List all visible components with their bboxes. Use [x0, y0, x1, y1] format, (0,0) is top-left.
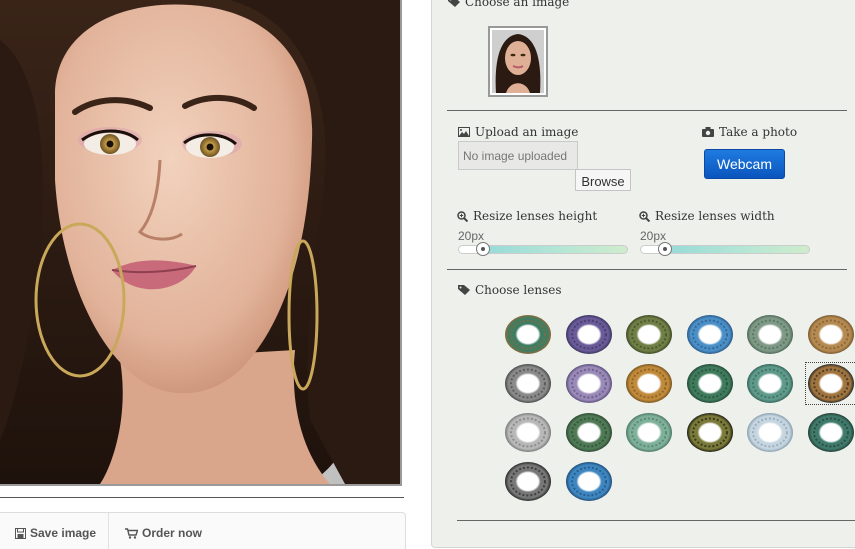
lens-center [639, 374, 659, 393]
order-now-button[interactable]: Order now [125, 523, 202, 543]
lens-swatch [807, 413, 854, 452]
lens-option[interactable] [685, 363, 735, 404]
portrait-thumbnail-image [492, 30, 544, 93]
lens-option[interactable] [624, 363, 674, 404]
divider [0, 497, 404, 498]
lens-option[interactable] [564, 314, 614, 355]
lens-swatch [747, 364, 793, 403]
lens-center [578, 325, 599, 344]
lens-swatch [565, 413, 612, 452]
lens-swatch [505, 413, 551, 452]
divider [108, 513, 109, 549]
lens-center [820, 325, 841, 344]
lens-swatch [626, 413, 672, 452]
lens-swatch [565, 315, 612, 354]
lens-option[interactable] [503, 363, 553, 404]
portrait-photo [0, 0, 400, 484]
floppy-disk-icon [15, 527, 26, 539]
lens-option[interactable] [804, 362, 855, 405]
lens-option[interactable] [806, 412, 855, 453]
tag-icon [448, 0, 460, 7]
upload-file-field[interactable]: No image uploaded [458, 141, 578, 170]
order-now-label: Order now [142, 526, 203, 540]
save-image-button[interactable]: Save image [15, 523, 96, 543]
lens-swatch [505, 462, 551, 501]
height-value: 20px [458, 229, 485, 243]
lens-option[interactable] [564, 461, 614, 502]
lens-option[interactable] [564, 412, 614, 453]
take-photo-heading: Take a photo [702, 125, 797, 139]
divider [447, 269, 847, 270]
lens-center [518, 374, 538, 393]
lens-swatch [505, 364, 551, 403]
lens-center [820, 374, 841, 393]
lens-center [518, 423, 538, 442]
lens-option[interactable] [745, 363, 795, 404]
lens-center [578, 472, 599, 491]
lens-option[interactable] [564, 363, 614, 404]
lens-center [639, 325, 659, 344]
lens-swatch [626, 364, 672, 403]
lens-center [699, 423, 720, 442]
lens-option[interactable] [745, 412, 795, 453]
lens-swatch [747, 413, 793, 452]
photo-canvas[interactable] [0, 0, 402, 486]
lens-option[interactable] [624, 314, 674, 355]
divider [447, 110, 847, 111]
lens-swatch [505, 315, 551, 354]
lens-center [699, 325, 720, 344]
lens-swatch [747, 315, 793, 354]
lens-swatch [565, 462, 612, 501]
lens-swatch [686, 315, 733, 354]
lens-center [518, 472, 538, 491]
lens-center [578, 423, 599, 442]
lens-swatch [565, 364, 612, 403]
lens-center [518, 325, 538, 344]
choose-lenses-heading: Choose lenses [458, 283, 562, 297]
webcam-button[interactable]: Webcam [704, 149, 785, 179]
lens-center [820, 423, 841, 442]
lens-swatch [686, 413, 733, 452]
camera-icon [702, 127, 714, 137]
image-thumbnail[interactable] [488, 26, 548, 97]
lens-option[interactable] [685, 412, 735, 453]
zoom-icon [457, 210, 468, 222]
lens-swatch [686, 364, 733, 403]
lens-option[interactable] [624, 412, 674, 453]
lens-option[interactable] [745, 314, 795, 355]
lens-option[interactable] [503, 314, 553, 355]
lens-height-slider[interactable] [458, 242, 628, 256]
lens-center [760, 423, 780, 442]
slider-handle[interactable] [476, 242, 490, 256]
lens-option[interactable] [806, 314, 855, 355]
action-bar: Save image Order now [0, 512, 406, 549]
lens-center [760, 325, 780, 344]
lens-option[interactable] [685, 314, 735, 355]
picture-icon [458, 127, 470, 137]
zoom-icon [639, 210, 650, 222]
lens-center [760, 374, 780, 393]
browse-button[interactable]: Browse [575, 169, 631, 191]
lens-swatch [626, 315, 672, 354]
width-value: 20px [640, 229, 667, 243]
control-panel: Choose an image Upload an image No image… [431, 0, 855, 548]
divider [457, 520, 855, 521]
choose-image-heading: Choose an image [448, 0, 569, 9]
resize-height-heading: Resize lenses height [457, 209, 597, 223]
tag-icon [458, 285, 470, 295]
upload-image-heading: Upload an image [458, 125, 578, 139]
lens-option[interactable] [503, 461, 553, 502]
lens-width-slider[interactable] [640, 242, 810, 256]
resize-width-heading: Resize lenses width [639, 209, 775, 223]
lens-center [578, 374, 599, 393]
shopping-cart-icon [125, 527, 138, 539]
slider-handle[interactable] [658, 242, 672, 256]
save-image-label: Save image [30, 526, 97, 540]
lens-swatch [807, 364, 854, 403]
lens-center [639, 423, 659, 442]
lens-center [699, 374, 720, 393]
lens-option[interactable] [503, 412, 553, 453]
lens-swatch [807, 315, 854, 354]
